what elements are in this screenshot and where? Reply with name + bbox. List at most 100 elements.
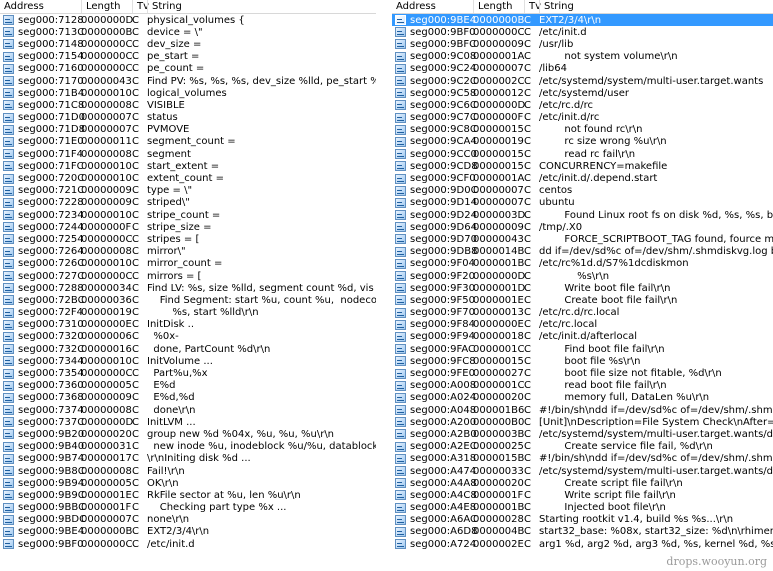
- column-address[interactable]: Address: [392, 0, 473, 13]
- table-row[interactable]: seg000:7228 00000009 Cstriped\": [0, 197, 376, 209]
- table-row[interactable]: seg000:7160 0000000C Cpe_count =: [0, 63, 376, 75]
- table-row[interactable]: seg000:7368 00000009 C E%d,%d: [0, 392, 376, 404]
- table-row[interactable]: seg000:7244 0000000F Cstripe_size =: [0, 221, 376, 233]
- table-row[interactable]: seg000:7234 00000010 Cstripe_count =: [0, 209, 376, 221]
- table-row[interactable]: seg000:7170 00000043 C Find PV: %s, %s, %s,…: [0, 75, 376, 87]
- table-row[interactable]: seg000:9D70 00000043 C FORCE_SCRIPTBOOT_TA…: [392, 233, 773, 245]
- column-address[interactable]: Address: [0, 0, 81, 13]
- table-row[interactable]: seg000:71E0 00000011 Csegment_count =: [0, 136, 376, 148]
- table-row[interactable]: seg000:9CA4 00000019 C rc size wrong %u\r\…: [392, 136, 773, 148]
- table-row[interactable]: seg000:9FAC 0000001C C Find boot file fail…: [392, 343, 773, 355]
- table-row[interactable]: seg000:9F94 00000018 C/etc/init.d/afterloc…: [392, 331, 773, 343]
- table-row[interactable]: seg000:9C24 00000007 C/lib64: [392, 63, 773, 75]
- table-row[interactable]: seg000:71FC 00000010 Cstart_extent =: [0, 160, 376, 172]
- table-row[interactable]: seg000:9DB8 0000014B Cdd if=/dev/sd%c of=/…: [392, 246, 773, 258]
- table-row[interactable]: seg000:7374 00000008 C done\r\n: [0, 404, 376, 416]
- table-row[interactable]: seg000:9C8C 00000015 C not found rc\r\n: [392, 124, 773, 136]
- table-row[interactable]: seg000:737C 0000000D C InitLVM ...: [0, 416, 376, 428]
- table-row[interactable]: seg000:72F4 00000019 C %s, start %lld\r\n: [0, 307, 376, 319]
- table-row[interactable]: seg000:9BDC 00000007 Cnone\r\n: [0, 514, 376, 526]
- table-row[interactable]: seg000:7360 00000005 C E%d: [0, 380, 376, 392]
- table-row[interactable]: seg000:71F4 00000008 Csegment: [0, 148, 376, 160]
- table-row[interactable]: seg000:9F50 0000001E C Create boot file fa…: [392, 294, 773, 306]
- table-row[interactable]: seg000:9B74 00000017 C \r\nIniting disk %d …: [0, 453, 376, 465]
- column-length[interactable]: Length: [473, 0, 524, 13]
- table-row[interactable]: seg000:732C 00000016 C done, PartCount %d\…: [0, 343, 376, 355]
- address-cell: seg000:A4E8: [410, 502, 477, 514]
- table-row[interactable]: seg000:7354 0000000C C Part%u,%x: [0, 367, 376, 379]
- table-row[interactable]: seg000:A024 00000020 C memory full, DataLe…: [392, 392, 773, 404]
- column-string[interactable]: String: [539, 0, 773, 13]
- table-row[interactable]: seg000:7320 00000006 C %0x-: [0, 331, 376, 343]
- table-row[interactable]: seg000:7264 00000008 Cmirror\": [0, 246, 376, 258]
- column-type[interactable]: Tv: [132, 0, 149, 13]
- table-row[interactable]: seg000:9BFC 00000009 C/usr/lib: [392, 38, 773, 50]
- table-row[interactable]: seg000:71D8 00000007 C PVMOVE: [0, 124, 376, 136]
- table-row[interactable]: seg000:9BBC 0000001F C Checking part type …: [0, 502, 376, 514]
- table-row[interactable]: seg000:9B20 00000020 Cgroup new %d %04x, %…: [0, 428, 376, 440]
- table-row[interactable]: seg000:7288 00000034 C Find LV: %s, size %l…: [0, 282, 376, 294]
- table-row[interactable]: seg000:9D0C 00000007 Ccentos: [392, 185, 773, 197]
- table-row[interactable]: seg000:7148 0000000C Cdev_size =: [0, 38, 376, 50]
- table-row[interactable]: seg000:9F20 0000000D C %s\r\n: [392, 270, 773, 282]
- table-row[interactable]: seg000:7254 0000000C Cstripes = [: [0, 233, 376, 245]
- table-row[interactable]: seg000:9CF0 0000001A C/etc/init.d/.depend.…: [392, 172, 773, 184]
- table-row[interactable]: seg000:9D64 00000009 C/tmp/.X0: [392, 221, 773, 233]
- strings-panel-left[interactable]: Address Length Tv String seg000:7128 0000…: [0, 0, 376, 571]
- table-row[interactable]: seg000:A6D8 0000004B Cstart32_base: %08x, …: [392, 526, 773, 538]
- table-row[interactable]: seg000:A4E8 0000001B C Injected boot file\…: [392, 502, 773, 514]
- table-row[interactable]: seg000:7128 0000000D Cphysical_volumes {: [0, 14, 376, 26]
- table-row[interactable]: seg000:A4C8 0000001F C Write script file f…: [392, 489, 773, 501]
- table-row[interactable]: seg000:A474 00000033 C/etc/systemd/system/…: [392, 465, 773, 477]
- table-row[interactable]: seg000:726C 00000010 Cmirror_count =: [0, 258, 376, 270]
- table-row[interactable]: seg000:7310 0000000E C InitDisk ..: [0, 319, 376, 331]
- table-row[interactable]: seg000:A724 0000002E Carg1 %d, arg2 %d, ar…: [392, 538, 773, 550]
- table-row[interactable]: seg000:A048 000001B6 C #!/bin/sh\ndd if=/de…: [392, 404, 773, 416]
- table-row[interactable]: seg000:727C 0000000C Cmirrors = [: [0, 270, 376, 282]
- table-row[interactable]: seg000:9CD8 00000015 C CONCURRENCY=makefile: [392, 160, 773, 172]
- table-row[interactable]: seg000:A4A8 00000020 C Create script file …: [392, 477, 773, 489]
- table-row[interactable]: seg000:A318 0000015B C #!/bin/sh\ndd if=/de…: [392, 453, 773, 465]
- table-row[interactable]: seg000:9FC8 00000015 C boot file %s\r\n: [392, 355, 773, 367]
- table-row[interactable]: seg000:9C08 0000001A C not system volume\r…: [392, 51, 773, 63]
- table-row[interactable]: seg000:9CC0 00000015 C read rc fail\r\n: [392, 148, 773, 160]
- column-length[interactable]: Length: [81, 0, 132, 13]
- type-cell: C: [524, 514, 531, 526]
- table-row[interactable]: seg000:9F70 00000013 C/etc/rc.d/rc.local: [392, 307, 773, 319]
- table-row[interactable]: seg000:9BE4 0000000B C EXT2/3/4\r\n: [0, 526, 376, 538]
- table-row[interactable]: seg000:9D24 0000003D C Found Linux root fs…: [392, 209, 773, 221]
- strings-panel-right[interactable]: Address Length Tv String seg000:9BE4 0000…: [392, 0, 773, 571]
- table-row[interactable]: seg000:7154 0000000C Cpe_start =: [0, 51, 376, 63]
- table-row[interactable]: seg000:A2B0 0000003B C/etc/systemd/system/…: [392, 428, 773, 440]
- table-row[interactable]: seg000:7344 00000010 C InitVolume ...: [0, 355, 376, 367]
- table-row[interactable]: seg000:9C2C 0000002C C/etc/systemd/system/…: [392, 75, 773, 87]
- table-row[interactable]: seg000:9D14 00000007 Cubuntu: [392, 197, 773, 209]
- table-row[interactable]: seg000:9FE0 00000027 C boot file size not …: [392, 367, 773, 379]
- table-row-selected[interactable]: seg000:9BE4 0000000B C EXT2/3/4\r\n: [392, 14, 773, 27]
- table-row[interactable]: seg000:A008 0000001C C read boot file fail…: [392, 380, 773, 392]
- table-row[interactable]: seg000:A6AC 00000028 C Starting rootkit v1.…: [392, 514, 773, 526]
- table-row[interactable]: seg000:9B94 00000005 C OK\r\n: [0, 477, 376, 489]
- table-row[interactable]: seg000:A200 000000B0 C [Unit]\nDescription=…: [392, 416, 773, 428]
- table-row[interactable]: seg000:9B40 00000031 C new inode %u, inode…: [0, 441, 376, 453]
- table-row[interactable]: seg000:71B4 00000010 Clogical_volumes: [0, 87, 376, 99]
- table-row[interactable]: seg000:71D0 00000007 Cstatus: [0, 112, 376, 124]
- table-row[interactable]: seg000:9B8C 00000008 C Fail!\r\n: [0, 465, 376, 477]
- table-row[interactable]: seg000:9C7C 0000000F C/etc/init.d/rc: [392, 112, 773, 124]
- table-row[interactable]: seg000:71C8 00000008 C VISIBLE: [0, 99, 376, 111]
- table-row[interactable]: seg000:9C6C 0000000D C/etc/rc.d/rc: [392, 99, 773, 111]
- table-row[interactable]: seg000:A2EC 00000025 C Create service file…: [392, 441, 773, 453]
- column-string[interactable]: String: [147, 0, 376, 13]
- table-row[interactable]: seg000:9F04 0000001B C/etc/rc%1d.d/S7%1dcd…: [392, 258, 773, 270]
- table-row[interactable]: seg000:72BC 00000036 C Find Segment: start…: [0, 294, 376, 306]
- table-row[interactable]: seg000:9BF0 0000000C C/etc/init.d: [392, 26, 773, 38]
- table-row[interactable]: seg000:9C58 00000012 C/etc/systemd/user: [392, 87, 773, 99]
- table-row[interactable]: seg000:713C 0000000B Cdevice = \": [0, 26, 376, 38]
- table-row[interactable]: seg000:9B9C 0000001E C RkFile sector at %u,…: [0, 489, 376, 501]
- table-row[interactable]: seg000:721C 00000009 Ctype = \": [0, 185, 376, 197]
- column-type[interactable]: Tv: [524, 0, 541, 13]
- table-row[interactable]: seg000:720C 00000010 Cextent_count =: [0, 172, 376, 184]
- table-row[interactable]: seg000:9BF0 0000000C C/etc/init.d: [0, 538, 376, 550]
- table-row[interactable]: seg000:9F30 0000001D C Write boot file fai…: [392, 282, 773, 294]
- table-row[interactable]: seg000:9F84 0000000E C/etc/rc.local: [392, 319, 773, 331]
